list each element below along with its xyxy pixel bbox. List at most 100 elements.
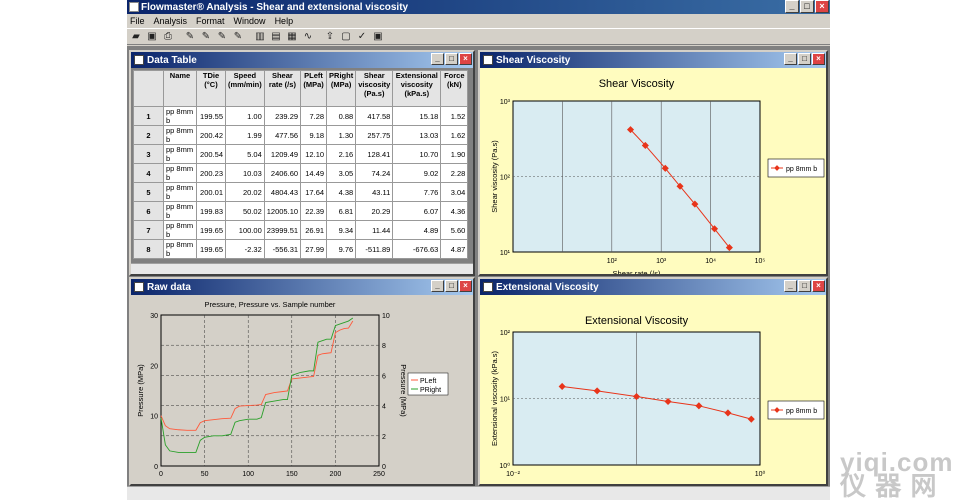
close-button[interactable]: × xyxy=(815,0,829,13)
table-cell[interactable]: 27.99 xyxy=(300,239,328,259)
open-icon[interactable]: ▰ xyxy=(129,30,143,44)
table-cell[interactable]: 3.04 xyxy=(440,182,469,202)
table-cell[interactable]: 199.65 xyxy=(196,239,226,259)
table-cell[interactable]: 12.10 xyxy=(300,144,328,164)
minimize-button[interactable]: _ xyxy=(431,53,444,65)
export-icon[interactable]: ⇪ xyxy=(323,30,337,44)
menu-item-help[interactable]: Help xyxy=(275,16,294,26)
table-row[interactable]: 8 pp 8mm b 199.65 -2.32 -556.31 27.99 9.76 -511… xyxy=(133,239,469,259)
table-cell[interactable]: pp 8mm b xyxy=(163,182,197,202)
column-header[interactable]: PLeft (MPa) xyxy=(300,70,328,107)
data-table[interactable]: Name TDie (°C) Speed (mm/min) Shear rate (/… xyxy=(133,70,469,259)
column-header[interactable]: Extensional viscosity (kPa.s) xyxy=(392,70,442,107)
table-cell[interactable]: 1.90 xyxy=(440,144,469,164)
table-cell[interactable]: 1.52 xyxy=(440,106,469,126)
table-row[interactable]: 3 pp 8mm b 200.54 5.04 1209.49 12.10 2.16 128.4… xyxy=(133,144,469,164)
save-icon[interactable]: ▣ xyxy=(145,30,159,44)
column-header[interactable]: TDie (°C) xyxy=(196,70,226,107)
table-cell[interactable]: 5.04 xyxy=(225,144,265,164)
table-cell[interactable]: -556.31 xyxy=(263,239,302,259)
table-cell[interactable]: 9.02 xyxy=(392,163,442,183)
table-cell[interactable]: 10.03 xyxy=(225,163,265,183)
table-cell[interactable]: 14.49 xyxy=(300,163,328,183)
table-cell[interactable]: 199.65 xyxy=(196,220,226,240)
table-cell[interactable]: 200.01 xyxy=(196,182,226,202)
table-row[interactable]: 1 pp 8mm b 199.55 1.00 239.29 7.28 0.88 417.58 1… xyxy=(133,106,469,126)
tool-b-icon[interactable]: ✎ xyxy=(199,30,213,44)
close-button[interactable]: × xyxy=(812,53,825,65)
table-cell[interactable]: 9.18 xyxy=(300,125,328,145)
close-button[interactable]: × xyxy=(459,280,472,292)
table-cell[interactable]: 15.18 xyxy=(392,106,442,126)
column-header[interactable]: Shear viscosity (Pa.s) xyxy=(355,70,394,107)
table-cell[interactable]: pp 8mm b xyxy=(163,144,197,164)
maximize-button[interactable]: □ xyxy=(800,0,814,13)
table-cell[interactable]: 199.55 xyxy=(196,106,226,126)
maximize-button[interactable]: □ xyxy=(445,280,458,292)
table-cell[interactable]: 23999.51 xyxy=(263,220,302,240)
table-cell[interactable]: 22.39 xyxy=(300,201,328,221)
extensional-viscosity-titlebar[interactable]: Extensional Viscosity _ □ × xyxy=(480,279,826,295)
table-cell[interactable]: 10.70 xyxy=(392,144,442,164)
menu-item-analysis[interactable]: Analysis xyxy=(154,16,188,26)
table-cell[interactable]: 128.41 xyxy=(355,144,394,164)
table-cell[interactable]: 4.38 xyxy=(326,182,357,202)
table-cell[interactable]: 199.83 xyxy=(196,201,226,221)
table-cell[interactable]: 477.56 xyxy=(263,125,302,145)
table-cell[interactable]: 6.81 xyxy=(326,201,357,221)
raw-data-titlebar[interactable]: Raw data _ □ × xyxy=(131,279,473,295)
table-cell[interactable]: 1.62 xyxy=(440,125,469,145)
print-icon[interactable]: ⎙ xyxy=(161,30,175,44)
table-cell[interactable]: 20.02 xyxy=(225,182,265,202)
table-cell[interactable]: 1.30 xyxy=(326,125,357,145)
table-cell[interactable]: 5.60 xyxy=(440,220,469,240)
table-cell[interactable]: -511.89 xyxy=(355,239,394,259)
table-cell[interactable]: 9.76 xyxy=(326,239,357,259)
table-cell[interactable]: 11.44 xyxy=(355,220,394,240)
table-cell[interactable]: 74.24 xyxy=(355,163,394,183)
close-button[interactable]: × xyxy=(459,53,472,65)
grid-icon[interactable]: ▦ xyxy=(285,30,299,44)
maximize-button[interactable]: □ xyxy=(798,280,811,292)
chart-icon[interactable]: ▥ xyxy=(253,30,267,44)
column-header[interactable] xyxy=(133,70,164,107)
table-cell[interactable]: 200.54 xyxy=(196,144,226,164)
table-cell[interactable]: 257.75 xyxy=(355,125,394,145)
horizontal-scrollbar[interactable] xyxy=(131,263,473,274)
row-number[interactable]: 2 xyxy=(133,125,164,145)
minimize-button[interactable]: _ xyxy=(431,280,444,292)
table-cell[interactable]: 4.87 xyxy=(440,239,469,259)
minimize-button[interactable]: _ xyxy=(784,280,797,292)
check-icon[interactable]: ✓ xyxy=(355,30,369,44)
table-cell[interactable]: pp 8mm b xyxy=(163,201,197,221)
table-cell[interactable]: pp 8mm b xyxy=(163,239,197,259)
workspace-horizontal-scrollbar[interactable] xyxy=(127,486,830,500)
raw-data-window[interactable]: Raw data _ □ × Pressure, Pressure vs. Sa… xyxy=(129,277,475,486)
table-cell[interactable]: 2.28 xyxy=(440,163,469,183)
row-number[interactable]: 3 xyxy=(133,144,164,164)
row-number[interactable]: 4 xyxy=(133,163,164,183)
table-cell[interactable]: -2.32 xyxy=(225,239,265,259)
table-cell[interactable]: 200.23 xyxy=(196,163,226,183)
table-cell[interactable]: 200.42 xyxy=(196,125,226,145)
table-cell[interactable]: 43.11 xyxy=(355,182,394,202)
table-row[interactable]: 5 pp 8mm b 200.01 20.02 4804.43 17.64 4.38 43.1… xyxy=(133,182,469,202)
tool-c-icon[interactable]: ✎ xyxy=(215,30,229,44)
close-button[interactable]: × xyxy=(812,280,825,292)
table-row[interactable]: 4 pp 8mm b 200.23 10.03 2406.60 14.49 3.05 74.2… xyxy=(133,163,469,183)
menu-item-file[interactable]: File xyxy=(130,16,145,26)
table-icon[interactable]: ▤ xyxy=(269,30,283,44)
table-cell[interactable]: 13.03 xyxy=(392,125,442,145)
table-cell[interactable]: 1.99 xyxy=(225,125,265,145)
table-cell[interactable]: 12005.10 xyxy=(263,201,302,221)
table-cell[interactable]: 2406.60 xyxy=(263,163,302,183)
table-row[interactable]: 6 pp 8mm b 199.83 50.02 12005.10 22.39 6.81 20.… xyxy=(133,201,469,221)
table-cell[interactable]: 239.29 xyxy=(263,106,302,126)
row-number[interactable]: 5 xyxy=(133,182,164,202)
table-cell[interactable]: 0.88 xyxy=(326,106,357,126)
column-header[interactable]: PRight (MPa) xyxy=(326,70,357,107)
shear-viscosity-window[interactable]: Shear Viscosity _ □ × Shear Viscosity 10²… xyxy=(478,50,828,276)
table-cell[interactable]: 1.00 xyxy=(225,106,265,126)
table-cell[interactable]: pp 8mm b xyxy=(163,125,197,145)
row-number[interactable]: 1 xyxy=(133,106,164,126)
